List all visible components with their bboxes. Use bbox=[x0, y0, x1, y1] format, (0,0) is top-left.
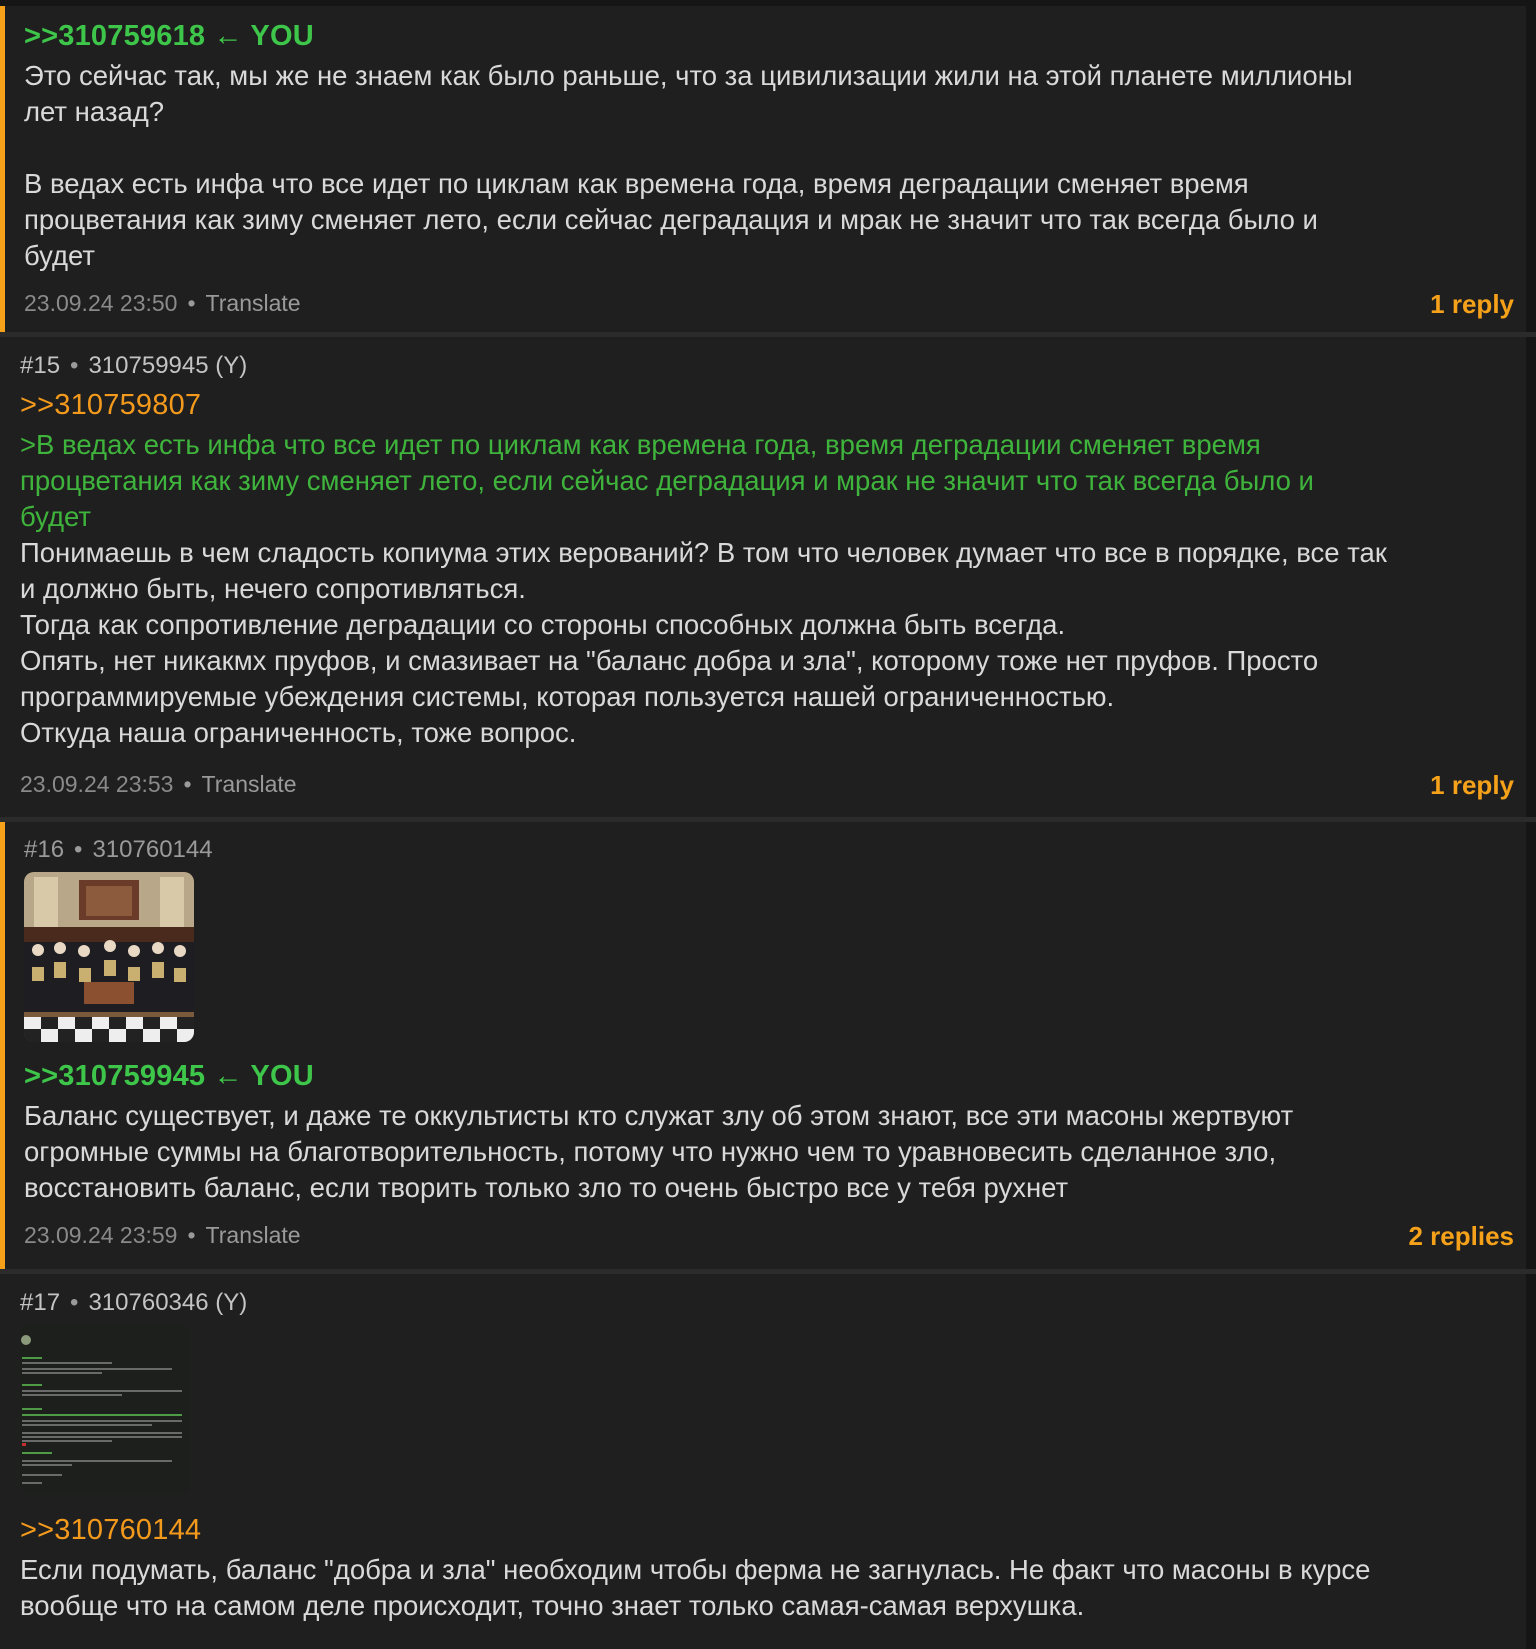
you-marker: ← YOU bbox=[213, 1060, 314, 1092]
post: #16 • 310760144 >>310759945 ← YOU Баланс… bbox=[0, 822, 1526, 1269]
quote-line: процветания как зиму сменяет лето, если … bbox=[20, 465, 1314, 496]
post: >>310759618 ← YOU Это сейчас так, мы же … bbox=[0, 6, 1526, 332]
thread-feed: >>310759618 ← YOU Это сейчас так, мы же … bbox=[0, 0, 1536, 1649]
post-date: 23.09.24 23:53 bbox=[20, 771, 174, 797]
post-id[interactable]: 310760346 (Y) bbox=[88, 1289, 247, 1316]
quote-line: >В ведах есть инфа что все идет по цикла… bbox=[20, 429, 1261, 460]
post-header: #15 • 310759945 (Y) bbox=[20, 352, 247, 380]
screenshot-preview bbox=[20, 1324, 190, 1494]
post-date: 23.09.24 23:50 bbox=[24, 290, 178, 316]
separator-dot: • bbox=[187, 290, 196, 316]
post-body: Если подумать, баланс "добра и зла" необ… bbox=[20, 1552, 1370, 1624]
post-id[interactable]: 310759945 (Y) bbox=[88, 352, 247, 379]
text-line: Баланс существует, и даже те оккультисты… bbox=[24, 1100, 1294, 1131]
post-id[interactable]: 310760144 bbox=[92, 836, 212, 863]
masonic-hall-photo bbox=[24, 872, 194, 1042]
post-body: >В ведах есть инфа что все идет по цикла… bbox=[20, 427, 1387, 751]
text-line: огромные суммы на благотворительность, п… bbox=[24, 1136, 1277, 1167]
you-marker: ← YOU bbox=[213, 20, 314, 52]
text-line: программируемые убеждения системы, котор… bbox=[20, 681, 1115, 712]
quote-line: будет bbox=[20, 501, 92, 532]
post-footer: 23.09.24 23:59 • Translate bbox=[24, 1222, 301, 1249]
post-body: Баланс существует, и даже те оккультисты… bbox=[24, 1098, 1293, 1206]
reply-link[interactable]: >>310760144 bbox=[20, 1514, 201, 1547]
text-line: Откуда наша ограниченность, тоже вопрос. bbox=[20, 717, 577, 748]
translate-button[interactable]: Translate bbox=[206, 290, 301, 316]
text-line: будет bbox=[24, 240, 96, 271]
post: #17 • 310760346 (Y) >>310760144 Если под… bbox=[0, 1274, 1526, 1649]
text-line: и должно быть, нечего сопротивляться. bbox=[20, 573, 526, 604]
post-number: #17 bbox=[20, 1289, 61, 1316]
post-image-thumbnail[interactable] bbox=[20, 1324, 190, 1494]
post-image-thumbnail[interactable] bbox=[24, 872, 194, 1042]
text-line: лет назад? bbox=[24, 96, 165, 127]
replies-link[interactable]: 1 reply bbox=[1430, 770, 1514, 801]
post-number: #15 bbox=[20, 352, 61, 379]
post-footer: 23.09.24 23:53 • Translate bbox=[20, 771, 297, 798]
translate-button[interactable]: Translate bbox=[206, 1222, 301, 1248]
text-line: Если подумать, баланс "добра и зла" необ… bbox=[20, 1554, 1371, 1585]
text-line: вообще что на самом деле происходит, точ… bbox=[20, 1590, 1085, 1621]
post-body: Это сейчас так, мы же не знаем как было … bbox=[24, 58, 1353, 274]
separator-dot: • bbox=[74, 836, 83, 863]
translate-button[interactable]: Translate bbox=[202, 771, 297, 797]
post: #15 • 310759945 (Y) >>310759807 >В ведах е… bbox=[0, 337, 1526, 817]
text-line: Это сейчас так, мы же не знаем как было … bbox=[24, 60, 1353, 91]
reply-link[interactable]: >>310759807 bbox=[20, 389, 201, 422]
separator-dot: • bbox=[70, 352, 79, 379]
reply-link[interactable]: >>310759618 ← YOU bbox=[24, 20, 314, 53]
text-line: В ведах есть инфа что все идет по циклам… bbox=[24, 168, 1249, 199]
replies-link[interactable]: 2 replies bbox=[1408, 1221, 1514, 1252]
post-header: #17 • 310760346 (Y) bbox=[20, 1289, 247, 1317]
separator-dot: • bbox=[183, 771, 192, 797]
separator-dot: • bbox=[70, 1289, 79, 1316]
text-line: процветания как зиму сменяет лето, если … bbox=[24, 204, 1318, 235]
post-date: 23.09.24 23:59 bbox=[24, 1222, 178, 1248]
text-line: восстановить баланс, если творить только… bbox=[24, 1172, 1069, 1203]
replies-link[interactable]: 1 reply bbox=[1430, 289, 1514, 320]
post-footer: 23.09.24 23:50 • Translate bbox=[24, 290, 301, 317]
post-header: #16 • 310760144 bbox=[24, 836, 213, 864]
text-line: Опять, нет никакмх пруфов, и смазивает н… bbox=[20, 645, 1319, 676]
post-number: #16 bbox=[24, 836, 65, 863]
text-line: Понимаешь в чем сладость копиума этих ве… bbox=[20, 537, 1387, 568]
text-line: Тогда как сопротивление деградации со ст… bbox=[20, 609, 1066, 640]
reply-link[interactable]: >>310759945 ← YOU bbox=[24, 1060, 314, 1093]
separator-dot: • bbox=[187, 1222, 196, 1248]
